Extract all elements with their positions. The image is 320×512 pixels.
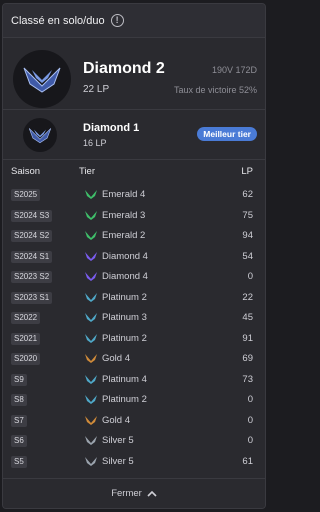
tier-name: Emerald 2 xyxy=(102,230,146,241)
tier-name: Platinum 3 xyxy=(102,312,147,323)
current-rank-section: Diamond 2 22 LP 190V 172D Taux de victoi… xyxy=(3,38,265,110)
diamond-emblem-icon xyxy=(23,118,57,152)
season-badge: S5 xyxy=(11,455,27,468)
diamond-tier-icon xyxy=(85,251,97,261)
season-badge: S2023 S2 xyxy=(11,271,53,283)
ranked-solo-duo-panel: Classé en solo/duo ! Diamond 2 22 LP 190… xyxy=(2,3,266,509)
emerald-tier-icon xyxy=(85,231,97,240)
silver-tier-icon xyxy=(85,456,97,466)
season-column-header: Saison xyxy=(11,166,41,177)
tier-name: Platinum 2 xyxy=(102,394,147,405)
season-badge: S2024 S3 xyxy=(11,209,53,222)
season-badge: S2022 xyxy=(11,312,41,324)
season-badge: S2023 S1 xyxy=(11,291,53,304)
win-loss-record: 190V 172D xyxy=(211,65,257,75)
diamond-tier-icon xyxy=(85,272,97,281)
season-badge: S8 xyxy=(11,394,27,406)
season-badge: S2025 xyxy=(11,189,41,201)
best-rank-section: Diamond 1 16 LP Meilleur tier xyxy=(3,110,265,160)
best-tier-badge: Meilleur tier xyxy=(197,127,257,141)
table-row: S2023 S1 Platinum 2 22 xyxy=(3,287,265,308)
table-row: S2024 S1 Diamond 4 54 xyxy=(3,246,265,267)
table-row: S2024 S3 Emerald 3 75 xyxy=(3,205,265,226)
table-header: Saison Tier LP xyxy=(3,160,265,182)
platinum-tier-icon xyxy=(85,395,97,404)
table-row: S8 Platinum 2 0 xyxy=(3,389,265,410)
tier-name: Emerald 4 xyxy=(102,189,146,200)
tier-name: Diamond 4 xyxy=(102,250,148,262)
tier-name: Gold 4 xyxy=(102,353,130,364)
close-label: Fermer xyxy=(111,488,142,499)
lp-value: 54 xyxy=(242,250,253,262)
panel-title: Classé en solo/duo xyxy=(11,14,105,27)
chevron-up-icon xyxy=(147,490,157,497)
tier-name: Emerald 3 xyxy=(102,209,146,221)
season-badge: S2024 S1 xyxy=(11,250,53,263)
platinum-tier-icon xyxy=(85,313,97,322)
panel-header: Classé en solo/duo ! xyxy=(3,4,265,38)
lp-value: 91 xyxy=(242,332,253,344)
lp-value: 0 xyxy=(247,435,253,446)
table-row: S2022 Platinum 3 45 xyxy=(3,307,265,328)
table-row: S2024 S2 Emerald 2 94 xyxy=(3,225,265,246)
platinum-tier-icon xyxy=(85,374,97,384)
tier-name: Diamond 4 xyxy=(102,271,148,282)
current-rank: Diamond 2 xyxy=(83,60,165,77)
best-lp: 16 LP xyxy=(83,138,107,148)
season-badge: S9 xyxy=(11,373,27,386)
tier-column-header: Tier xyxy=(79,166,96,177)
current-lp: 22 LP xyxy=(83,84,110,95)
close-button[interactable]: Fermer xyxy=(3,478,265,508)
season-badge: S2024 S2 xyxy=(11,230,53,242)
diamond-emblem-icon xyxy=(13,50,71,108)
silver-tier-icon xyxy=(85,436,97,445)
lp-value: 0 xyxy=(247,394,253,405)
lp-value: 61 xyxy=(242,455,253,467)
lp-value: 22 xyxy=(242,291,253,303)
emerald-tier-icon xyxy=(85,190,97,199)
lp-value: 45 xyxy=(242,312,253,323)
lp-value: 75 xyxy=(242,209,253,221)
lp-column-header: LP xyxy=(241,166,253,177)
season-badge: S6 xyxy=(11,435,27,447)
tier-name: Silver 5 xyxy=(102,455,134,467)
table-row: S2021 Platinum 2 91 xyxy=(3,328,265,349)
season-badge: S7 xyxy=(11,414,27,427)
lp-value: 94 xyxy=(242,230,253,241)
platinum-tier-icon xyxy=(85,292,97,302)
lp-value: 0 xyxy=(247,271,253,282)
table-row: S6 Silver 5 0 xyxy=(3,430,265,451)
season-badge: S2020 xyxy=(11,353,41,365)
tier-name: Gold 4 xyxy=(102,414,130,426)
season-history-list: S2025 Emerald 4 62 S2024 S3 Emerald 3 75 S2024… xyxy=(3,184,265,471)
tier-name: Platinum 2 xyxy=(102,332,147,344)
table-row: S9 Platinum 4 73 xyxy=(3,369,265,390)
platinum-tier-icon xyxy=(85,333,97,343)
tier-name: Platinum 4 xyxy=(102,373,147,385)
win-rate: Taux de victoire 52% xyxy=(173,85,257,95)
table-row: S2025 Emerald 4 62 xyxy=(3,184,265,205)
lp-value: 0 xyxy=(247,414,253,426)
table-row: S5 Silver 5 61 xyxy=(3,451,265,472)
gold-tier-icon xyxy=(85,354,97,363)
table-row: S7 Gold 4 0 xyxy=(3,410,265,431)
emerald-tier-icon xyxy=(85,210,97,220)
table-row: S2023 S2 Diamond 4 0 xyxy=(3,266,265,287)
best-rank: Diamond 1 xyxy=(83,122,140,134)
info-icon[interactable]: ! xyxy=(110,14,124,27)
lp-value: 73 xyxy=(242,373,253,385)
gold-tier-icon xyxy=(85,415,97,425)
season-badge: S2021 xyxy=(11,332,41,345)
table-row: S2020 Gold 4 69 xyxy=(3,348,265,369)
lp-value: 62 xyxy=(242,189,253,200)
tier-name: Silver 5 xyxy=(102,435,134,446)
lp-value: 69 xyxy=(242,353,253,364)
tier-name: Platinum 2 xyxy=(102,291,147,303)
